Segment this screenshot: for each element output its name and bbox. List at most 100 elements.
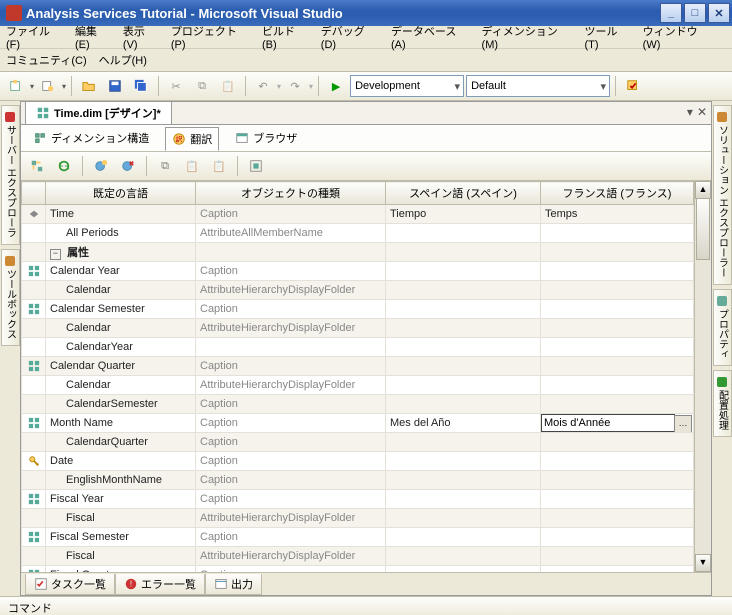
cell-default-language[interactable]: EnglishMonthName (46, 471, 196, 490)
start-icon[interactable]: ▶ (324, 74, 348, 98)
cell-french[interactable] (541, 262, 694, 281)
cell-french[interactable] (541, 243, 694, 262)
translations-grid[interactable]: 既定の言語 オブジェクトの種類 スペイン語 (スペイン) フランス語 (フランス… (21, 181, 694, 572)
minimize-button[interactable]: _ (660, 3, 682, 23)
cell-default-language[interactable]: Fiscal (46, 547, 196, 566)
add-item-icon[interactable] (36, 74, 60, 98)
cell-object-type[interactable]: Caption (196, 490, 386, 509)
menu-debug[interactable]: デバッグ(D) (321, 23, 379, 51)
menu-project[interactable]: プロジェクト(P) (171, 23, 250, 51)
cell-object-type[interactable]: Caption (196, 528, 386, 547)
cell-french[interactable] (541, 547, 694, 566)
cell-spanish[interactable] (386, 300, 541, 319)
tab-output[interactable]: 出力 (205, 574, 262, 595)
cell-default-language[interactable]: All Periods (46, 224, 196, 243)
menu-dimension[interactable]: ディメンション(M) (482, 23, 573, 51)
table-row[interactable]: CalendarAttributeHierarchyDisplayFolder (22, 281, 694, 300)
undo-icon[interactable]: ↶ (251, 74, 275, 98)
tab-task-list[interactable]: タスク一覧 (25, 574, 115, 595)
cell-object-type[interactable]: AttributeHierarchyDisplayFolder (196, 319, 386, 338)
tab-error-list[interactable]: !エラー一覧 (115, 574, 205, 595)
cell-object-type[interactable]: Caption (196, 433, 386, 452)
cell-spanish[interactable] (386, 376, 541, 395)
cell-spanish[interactable] (386, 243, 541, 262)
cell-spanish[interactable] (386, 281, 541, 300)
cell-default-language[interactable]: Date (46, 452, 196, 471)
cell-spanish[interactable] (386, 471, 541, 490)
cell-french[interactable]: … (541, 414, 694, 433)
table-row[interactable]: CalendarQuarterCaption (22, 433, 694, 452)
cell-object-type[interactable]: Caption (196, 357, 386, 376)
cut-icon[interactable]: ✂ (164, 74, 188, 98)
cell-default-language[interactable]: Fiscal Year (46, 490, 196, 509)
menu-view[interactable]: 表示(V) (123, 23, 159, 51)
cell-french[interactable] (541, 509, 694, 528)
table-row[interactable]: TimeCaptionTiempoTemps (22, 205, 694, 224)
menu-window[interactable]: ウィンドウ(W) (643, 23, 714, 51)
scroll-up-icon[interactable]: ▲ (695, 181, 711, 199)
cell-default-language[interactable]: CalendarSemester (46, 395, 196, 414)
table-row[interactable]: DateCaption (22, 452, 694, 471)
translation-edit-button[interactable]: … (674, 415, 692, 433)
cell-french[interactable] (541, 566, 694, 573)
cell-object-type[interactable]: Caption (196, 205, 386, 224)
cell-french[interactable] (541, 433, 694, 452)
table-row[interactable]: Fiscal QuarterCaption (22, 566, 694, 573)
new-project-icon[interactable] (4, 74, 28, 98)
cell-spanish[interactable] (386, 433, 541, 452)
table-row[interactable]: CalendarAttributeHierarchyDisplayFolder (22, 376, 694, 395)
col-default-language[interactable]: 既定の言語 (46, 182, 196, 205)
copy-icon-2[interactable]: ⧉ (153, 154, 177, 178)
table-row[interactable]: − 属性 (22, 243, 694, 262)
open-icon[interactable] (77, 74, 101, 98)
tab-browser[interactable]: ブラウザ (229, 127, 303, 149)
find-icon[interactable] (621, 74, 645, 98)
cell-spanish[interactable] (386, 357, 541, 376)
table-row[interactable]: FiscalAttributeHierarchyDisplayFolder (22, 509, 694, 528)
cell-object-type[interactable]: AttributeHierarchyDisplayFolder (196, 547, 386, 566)
table-row[interactable]: CalendarYear (22, 338, 694, 357)
translation-edit-input[interactable] (541, 414, 675, 432)
cell-french[interactable] (541, 471, 694, 490)
cell-french[interactable] (541, 376, 694, 395)
platform-dropdown[interactable]: Default (466, 75, 610, 97)
cell-object-type[interactable]: AttributeHierarchyDisplayFolder (196, 376, 386, 395)
col-spanish[interactable]: スペイン語 (スペイン) (386, 182, 541, 205)
properties-tab[interactable]: プロパティ (713, 289, 732, 366)
cell-default-language[interactable]: Fiscal (46, 509, 196, 528)
tab-dropdown-icon[interactable]: ▾ (687, 105, 693, 119)
cell-french[interactable] (541, 338, 694, 357)
configuration-dropdown[interactable]: Development (350, 75, 464, 97)
menu-build[interactable]: ビルド(B) (262, 23, 309, 51)
tab-close-icon[interactable]: ✕ (697, 105, 707, 119)
col-french[interactable]: フランス語 (フランス) (541, 182, 694, 205)
process-icon[interactable] (25, 154, 49, 178)
cell-default-language[interactable]: − 属性 (46, 243, 196, 262)
cell-object-type[interactable]: Caption (196, 300, 386, 319)
cell-spanish[interactable] (386, 566, 541, 573)
cell-default-language[interactable]: CalendarYear (46, 338, 196, 357)
table-row[interactable]: Fiscal SemesterCaption (22, 528, 694, 547)
cell-default-language[interactable]: Fiscal Semester (46, 528, 196, 547)
cell-spanish[interactable]: Mes del Año (386, 414, 541, 433)
cell-french[interactable] (541, 357, 694, 376)
cell-object-type[interactable]: AttributeAllMemberName (196, 224, 386, 243)
cell-french[interactable]: Temps (541, 205, 694, 224)
paste-special-icon[interactable]: 📋 (207, 154, 231, 178)
menu-community[interactable]: コミュニティ(C) (6, 52, 87, 68)
redo-icon[interactable]: ↷ (283, 74, 307, 98)
toolbox-tab[interactable]: ツールボックス (1, 249, 20, 346)
reconnect-icon[interactable] (52, 154, 76, 178)
cell-spanish[interactable] (386, 509, 541, 528)
cell-default-language[interactable]: CalendarQuarter (46, 433, 196, 452)
cell-object-type[interactable]: Caption (196, 566, 386, 573)
cell-object-type[interactable]: Caption (196, 414, 386, 433)
cell-french[interactable] (541, 224, 694, 243)
tab-dimension-structure[interactable]: ディメンション構造 (27, 127, 155, 149)
cell-french[interactable] (541, 281, 694, 300)
paste-icon-2[interactable]: 📋 (180, 154, 204, 178)
table-row[interactable]: Calendar SemesterCaption (22, 300, 694, 319)
cell-object-type[interactable]: AttributeHierarchyDisplayFolder (196, 281, 386, 300)
cell-default-language[interactable]: Calendar (46, 281, 196, 300)
cell-spanish[interactable] (386, 490, 541, 509)
